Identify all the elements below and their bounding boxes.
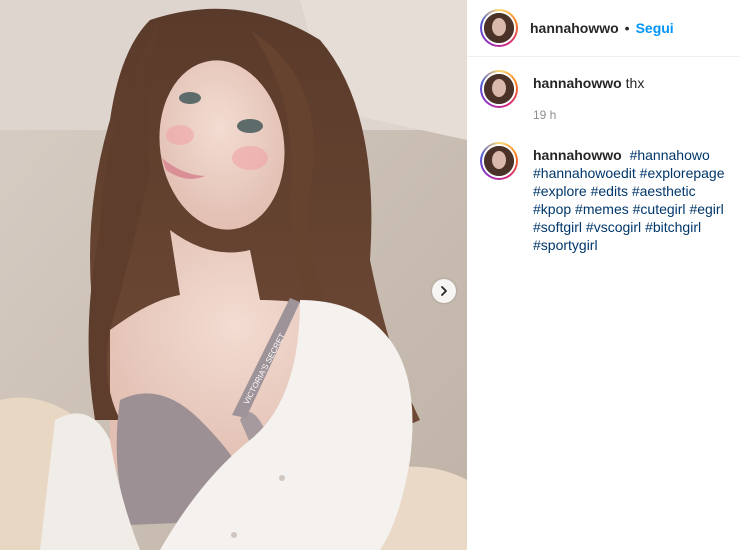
comment-text: thx xyxy=(625,75,645,91)
comment-username[interactable]: hannahowwo xyxy=(533,75,622,91)
comment-item: hannahowwo thx 19 h xyxy=(480,70,727,124)
avatar[interactable] xyxy=(480,9,518,47)
comment-item: hannahowwo #hannahowo #hannahowoedit #ex… xyxy=(480,142,727,254)
post-photo[interactable]: VICTORIA'S SECRET xyxy=(0,0,467,550)
separator-dot: • xyxy=(624,20,630,36)
hashtag-link[interactable]: #explorepage xyxy=(640,165,725,181)
hashtag-link[interactable]: #edits xyxy=(591,183,628,199)
carousel-next-button[interactable] xyxy=(432,279,456,303)
comment-username[interactable]: hannahowwo xyxy=(533,147,622,163)
comments-list: hannahowwo thx 19 h hannahowwo #hannahowo xyxy=(467,57,740,254)
hashtag-link[interactable]: #aesthetic xyxy=(632,183,696,199)
avatar-image xyxy=(484,13,514,43)
comment-avatar[interactable] xyxy=(480,142,518,180)
hashtag-link[interactable]: #memes xyxy=(575,201,629,217)
avatar-image xyxy=(484,74,514,104)
hashtag-link[interactable]: #hannahowo xyxy=(630,147,710,163)
post-sidebar: hannahowwo • Segui hannahowwo thx 19 h h… xyxy=(467,0,740,550)
hashtag-link[interactable]: #softgirl xyxy=(533,219,582,235)
caption-text: hannahowwo #hannahowo #hannahowoedit #ex… xyxy=(533,142,727,254)
hashtag-link[interactable]: #kpop xyxy=(533,201,571,217)
hashtag-link[interactable]: #vscogirl xyxy=(586,219,641,235)
avatar-image xyxy=(484,146,514,176)
hashtag-link[interactable]: #bitchgirl xyxy=(645,219,701,235)
hashtag-link[interactable]: #egirl xyxy=(689,201,723,217)
photo-illustration: VICTORIA'S SECRET xyxy=(0,0,467,550)
hashtag-link[interactable]: #explore xyxy=(533,183,587,199)
comment-timestamp[interactable]: 19 h xyxy=(533,106,727,124)
chevron-right-icon xyxy=(441,286,447,296)
hashtag-link[interactable]: #sportygirl xyxy=(533,237,598,253)
post-header: hannahowwo • Segui xyxy=(467,0,740,57)
comment-body: hannahowwo #hannahowo #hannahowoedit #ex… xyxy=(533,142,727,254)
comment-avatar[interactable] xyxy=(480,70,518,108)
comment-body: hannahowwo thx 19 h xyxy=(533,70,727,124)
follow-button[interactable]: Segui xyxy=(636,20,674,36)
hashtag-link[interactable]: #hannahowoedit xyxy=(533,165,636,181)
header-username[interactable]: hannahowwo xyxy=(530,20,619,36)
hashtag-link[interactable]: #cutegirl xyxy=(633,201,686,217)
